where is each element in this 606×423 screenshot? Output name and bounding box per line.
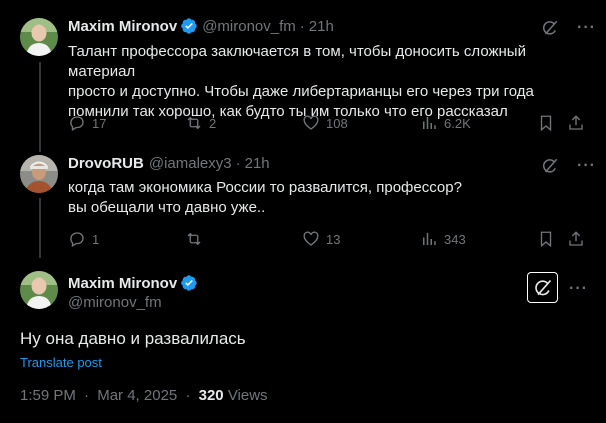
views-count[interactable]: 320 [199, 387, 224, 404]
views-count: 343 [444, 231, 466, 247]
reply-button[interactable]: 17 [68, 114, 106, 132]
views-icon [423, 233, 436, 245]
bookmark-button[interactable] [537, 114, 555, 132]
separator: · [185, 387, 191, 404]
views-button[interactable]: 343 [420, 230, 466, 248]
reply-icon [70, 116, 84, 131]
repost-count: 2 [209, 115, 217, 131]
post-date[interactable]: Mar 4, 2025 [97, 387, 177, 404]
more-icon[interactable]: ··· [577, 158, 596, 174]
tweet-top-actions: ··· [541, 19, 596, 37]
share-icon [569, 115, 583, 130]
views-count: 6.2K [444, 115, 471, 131]
repost-icon [187, 232, 201, 246]
translate-link[interactable]: Translate post [20, 355, 102, 370]
more-icon[interactable]: ··· [577, 20, 596, 36]
share-button[interactable] [567, 114, 585, 132]
more-icon[interactable]: ··· [569, 281, 588, 297]
tweet-text-line: когда там экономика России то развалится… [68, 179, 462, 196]
main-author-row: Maxim Mironov [68, 274, 202, 292]
author-name[interactable]: Maxim Mironov [68, 18, 177, 35]
like-icon [303, 231, 319, 246]
repost-button[interactable] [185, 230, 209, 248]
tweet-header: Maxim Mironov @mironov_fm · 21h [68, 17, 334, 35]
thread-line [39, 62, 41, 152]
timestamp[interactable]: 21h [245, 155, 270, 172]
share-button[interactable] [567, 230, 585, 248]
tweet-text: Талант профессора заключается в том, что… [68, 42, 588, 122]
share-icon [569, 231, 583, 246]
reply-button[interactable]: 1 [68, 230, 99, 248]
post-time[interactable]: 1:59 PM [20, 387, 76, 404]
like-button[interactable]: 13 [302, 230, 340, 248]
author-name[interactable]: Maxim Mironov [68, 275, 177, 292]
grok-button[interactable] [527, 272, 558, 303]
thread-line [39, 198, 41, 258]
repost-button[interactable]: 2 [185, 114, 216, 132]
like-icon [303, 115, 319, 130]
avatar[interactable] [20, 155, 58, 193]
views-button[interactable]: 6.2K [420, 114, 471, 132]
main-tweet-text: Ну она давно и развалилась [20, 329, 246, 348]
reply-count: 1 [92, 231, 100, 247]
repost-icon [187, 116, 201, 130]
author-handle[interactable]: @mironov_fm [202, 18, 296, 35]
separator: · [235, 155, 241, 172]
avatar[interactable] [20, 18, 58, 56]
grok-icon[interactable] [541, 157, 559, 175]
grok-icon [534, 279, 551, 295]
bookmark-icon [540, 231, 552, 248]
like-count: 13 [326, 231, 341, 247]
separator: · [84, 387, 90, 404]
tweet-meta: 1:59 PM · Mar 4, 2025 · 320 Views [20, 387, 268, 404]
verified-icon [181, 18, 197, 34]
author-name[interactable]: DrovoRUB [68, 155, 144, 172]
like-count: 108 [326, 115, 348, 131]
tweet-top-actions: ··· [541, 157, 596, 175]
views-icon [423, 117, 436, 129]
views-label: Views [227, 387, 268, 404]
action-bar: 17 2 108 6.2K [68, 114, 586, 134]
bookmark-button[interactable] [537, 230, 555, 248]
tweet-text-line: вы обещали что давно уже.. [68, 199, 266, 216]
tweet-text: когда там экономика России то развалится… [68, 178, 588, 218]
author-handle[interactable]: @iamalexy3 [149, 155, 232, 172]
tweet-text-line: Талант профессора заключается в том, что… [68, 43, 526, 80]
reply-icon [70, 232, 84, 247]
verified-icon [181, 275, 197, 291]
author-handle[interactable]: @mironov_fm [68, 294, 162, 311]
tweet-text-line: просто и доступно. Чтобы даже либертариа… [68, 83, 534, 100]
bookmark-icon [540, 115, 552, 132]
like-button[interactable]: 108 [302, 114, 348, 132]
avatar[interactable] [20, 271, 58, 309]
separator: · [299, 17, 305, 35]
grok-icon[interactable] [541, 19, 559, 37]
action-bar: 1 13 343 [68, 230, 586, 250]
reply-count: 17 [92, 115, 107, 131]
tweet-header: DrovoRUB @iamalexy3 · 21h [68, 155, 270, 172]
timestamp[interactable]: 21h [309, 18, 334, 35]
